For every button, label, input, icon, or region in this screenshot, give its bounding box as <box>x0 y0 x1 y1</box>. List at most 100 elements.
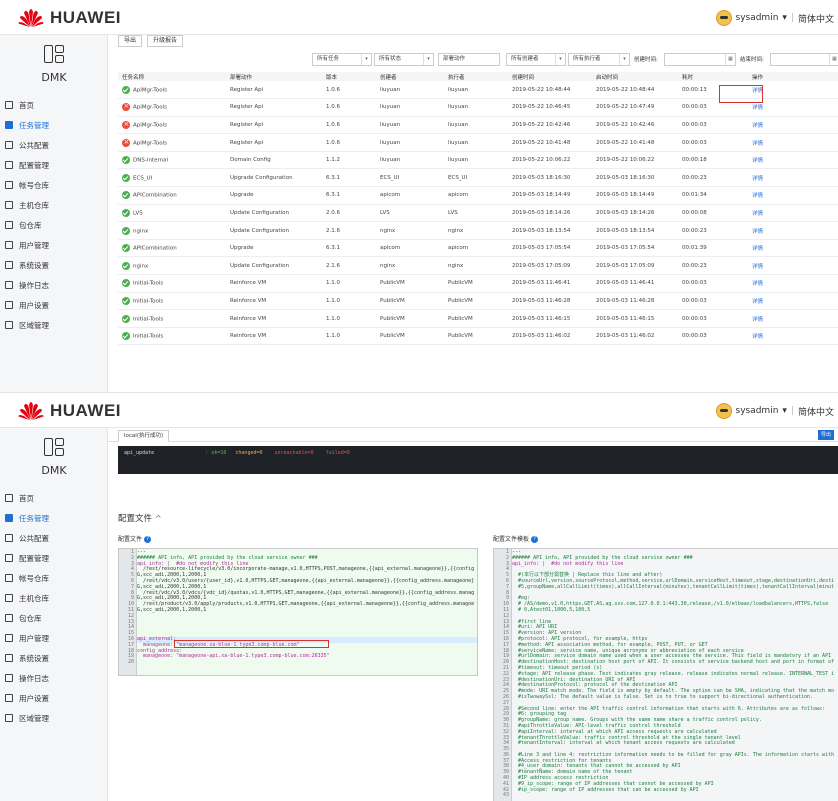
sidebar-item-task[interactable]: 任务管理 <box>0 115 108 135</box>
details-link[interactable]: 详情 <box>752 334 763 340</box>
upgrade-report-button[interactable]: 升级报告 <box>147 35 184 47</box>
column-header[interactable]: 创建者 <box>376 72 444 81</box>
column-header[interactable]: 耗时 <box>678 72 748 81</box>
sidebar-item-config[interactable]: 配置管理 <box>0 548 108 568</box>
details-link[interactable]: 详情 <box>752 264 763 270</box>
sidebar-item-user-settings[interactable]: 用户设置 <box>0 688 108 708</box>
details-link[interactable]: 详情 <box>752 229 763 235</box>
config-file-editor[interactable]: 1 --- 2 ###### API info, API provided by th… <box>118 548 478 676</box>
sidebar-item-log[interactable]: 操作日志 <box>0 668 108 688</box>
chevron-up-icon: ^ <box>155 514 162 523</box>
sidebar-item-label: 帐号仓库 <box>19 180 49 190</box>
user-menu[interactable]: sysadmin ▾ | 简体中文 <box>715 10 834 26</box>
cell-name: APICombination <box>133 245 177 252</box>
column-header[interactable]: 部署动作 <box>226 72 322 81</box>
deploy-action-input[interactable]: 部署动作 <box>438 53 500 66</box>
details-link[interactable]: 详情 <box>752 246 763 252</box>
main-content: 导出 升级报告 所有任务 ▾ 所有状态 ▾ 部署动作 所有创建者 ▾ 所有执行者 ▾ 创… <box>108 35 838 392</box>
language-switch[interactable]: 简体中文 <box>798 405 834 418</box>
sidebar-item-account[interactable]: 帐号仓库 <box>0 568 108 588</box>
details-link[interactable]: 详情 <box>752 105 763 111</box>
sidebar-item-label: 系统设置 <box>19 260 49 270</box>
config-template-editor[interactable]: 1 --- 2 ###### API info, API provided by th… <box>493 548 838 801</box>
main-content: local(执行成功) 导出 api_update : ok=10 change… <box>108 428 838 801</box>
cell-started: 2019-05-03 11:46:41 <box>596 280 655 287</box>
sidebar-item-package[interactable]: 包仓库 <box>0 608 108 628</box>
task-filter-select[interactable]: 所有任务 ▾ <box>312 53 372 66</box>
account-icon <box>5 181 13 189</box>
sidebar-item-home[interactable]: 首页 <box>0 95 108 115</box>
table-row[interactable]: nginx Update Configuration 2.1.6 nginx nginx… <box>118 221 838 240</box>
sidebar-item-user-settings[interactable]: 用户设置 <box>0 295 108 315</box>
sidebar-item-settings[interactable]: 系统设置 <box>0 648 108 668</box>
table-row[interactable]: Initial-Tools Reinforce VM 1.1.0 PublicVM Pu… <box>118 309 838 328</box>
column-header[interactable]: 版本 <box>322 72 376 81</box>
created-time-picker[interactable]: ▦ <box>664 53 736 66</box>
tab-local[interactable]: local(执行成功) <box>118 430 170 442</box>
column-header[interactable]: 创建时间 <box>508 72 592 81</box>
sidebar-item-config[interactable]: 配置管理 <box>0 155 108 175</box>
column-header[interactable]: 操作 <box>748 72 838 81</box>
details-link[interactable]: 详情 <box>752 211 763 217</box>
status-filter-select[interactable]: 所有状态 ▾ <box>374 53 434 66</box>
success-icon <box>122 314 130 323</box>
sidebar-item-home[interactable]: 首页 <box>0 488 108 508</box>
table-row[interactable]: DNS-Internal Domain Config 1.1.2 liuyuan liu… <box>118 151 838 170</box>
details-link[interactable]: 详情 <box>752 281 763 287</box>
export-button[interactable]: 导出 <box>818 430 834 440</box>
task-icon <box>5 514 13 522</box>
table-row[interactable]: APICombination Upgrade 6.3.1 apicom apicom 20… <box>118 186 838 205</box>
details-link[interactable]: 详情 <box>752 141 763 147</box>
sidebar-item-cloud[interactable]: 区域管理 <box>0 708 108 728</box>
details-link[interactable]: 详情 <box>752 193 763 199</box>
help-icon[interactable]: ? <box>531 536 539 543</box>
sidebar-item-users[interactable]: 用户管理 <box>0 235 108 255</box>
chevron-down-icon: ▾ <box>423 54 433 65</box>
config-section-toggle[interactable]: 配置文件 ^ <box>118 512 162 524</box>
table-row[interactable]: Initial-Tools Reinforce VM 1.1.0 PublicVM Pu… <box>118 292 838 311</box>
user-menu[interactable]: sysadmin ▾ | 简体中文 <box>715 403 834 419</box>
huawei-logo[interactable]: HUAWEI <box>18 6 121 30</box>
sidebar-item-account[interactable]: 帐号仓库 <box>0 175 108 195</box>
sidebar-item-gear[interactable]: 公共配置 <box>0 528 108 548</box>
end-time-picker[interactable]: ▦ <box>770 53 838 66</box>
details-link[interactable]: 详情 <box>752 317 763 323</box>
cell-name: nginx <box>133 263 149 270</box>
sidebar-item-package[interactable]: 包仓库 <box>0 215 108 235</box>
executor-filter-select[interactable]: 所有执行者 ▾ <box>568 53 630 66</box>
export-button[interactable]: 导出 <box>118 35 143 47</box>
column-header[interactable]: 执行者 <box>444 72 508 81</box>
table-row[interactable]: nginx Update Configuration 2.1.6 nginx nginx… <box>118 256 838 276</box>
sidebar-item-gear[interactable]: 公共配置 <box>0 135 108 155</box>
details-link[interactable]: 详情 <box>752 123 763 129</box>
huawei-logo[interactable]: HUAWEI <box>18 399 121 423</box>
language-switch[interactable]: 简体中文 <box>798 12 834 25</box>
table-row[interactable]: Initial-Tools Reinforce VM 1.1.0 PublicVM Pu… <box>118 274 838 293</box>
sidebar-item-label: 首页 <box>19 493 34 503</box>
sidebar-item-task[interactable]: 任务管理 <box>0 508 108 528</box>
table-row[interactable]: APICombination Upgrade 6.3.1 apicom apicom 20… <box>118 239 838 258</box>
table-row[interactable]: LVS Update Configuration 2.0.6 LVS LVS 2019-0… <box>118 204 838 223</box>
success-icon <box>122 85 130 94</box>
sidebar-item-host[interactable]: 主机仓库 <box>0 588 108 608</box>
details-link[interactable]: 详情 <box>752 158 763 164</box>
table-row[interactable]: ApiMgr-Tools Register Api 1.0.6 liuyuan liuy… <box>118 133 838 152</box>
sidebar-item-settings[interactable]: 系统设置 <box>0 255 108 275</box>
sidebar-item-cloud[interactable]: 区域管理 <box>0 315 108 335</box>
editor-code[interactable]: 1 --- 2 ###### API info, API provided by th… <box>503 549 838 799</box>
sidebar-item-users[interactable]: 用户管理 <box>0 628 108 648</box>
column-header[interactable]: 任务名称 <box>118 72 226 81</box>
success-icon <box>122 244 130 253</box>
sidebar-item-log[interactable]: 操作日志 <box>0 275 108 295</box>
table-row[interactable]: Initial-Tools Reinforce VM 1.1.0 PublicVM Pu… <box>118 327 838 346</box>
cell-version: 1.1.0 <box>326 297 340 304</box>
help-icon[interactable]: ? <box>144 536 152 543</box>
sidebar-item-host[interactable]: 主机仓库 <box>0 195 108 215</box>
table-row[interactable]: ApiMgr-Tools Register Api 1.0.6 liuyuan liuy… <box>118 116 838 135</box>
details-link[interactable]: 详情 <box>752 299 763 305</box>
details-link[interactable]: 详情 <box>752 176 763 182</box>
editor-code[interactable]: 1 --- 2 ###### API info, API provided by th… <box>128 549 477 666</box>
column-header[interactable]: 启动时间 <box>592 72 678 81</box>
table-row[interactable]: ECS_UI Upgrade Configuration 6.3.1 ECS_UI EC… <box>118 168 838 188</box>
creator-filter-select[interactable]: 所有创建者 ▾ <box>506 53 566 66</box>
